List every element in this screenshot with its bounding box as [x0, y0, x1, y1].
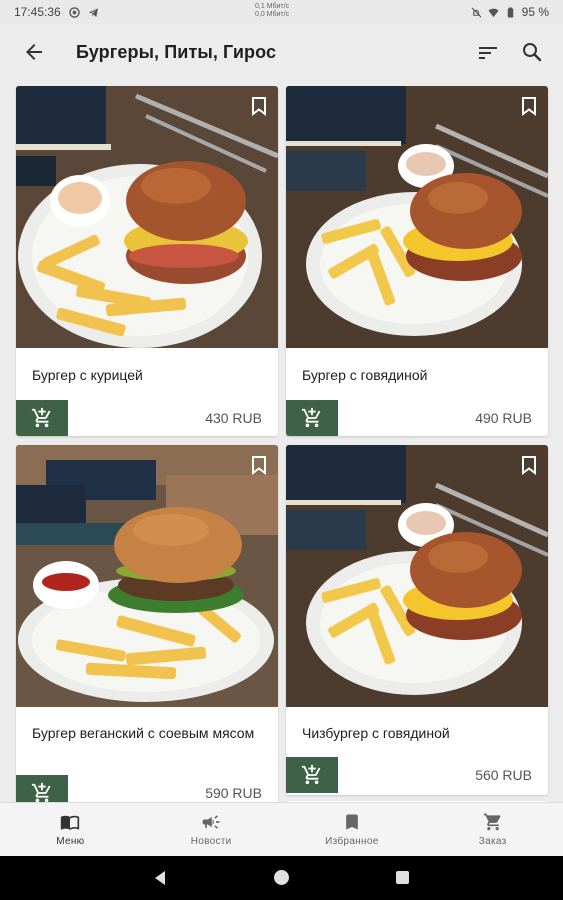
cart-icon [483, 813, 501, 831]
product-price: 560 RUB [475, 767, 532, 783]
bookmark-icon[interactable] [250, 455, 268, 475]
mute-icon [471, 7, 482, 17]
add-to-cart-button[interactable] [286, 757, 338, 793]
nav-item-menu[interactable]: Меню [0, 803, 141, 856]
page-title: Бургеры, Питы, Гирос [76, 42, 277, 62]
nav-label: Новости [190, 836, 232, 847]
product-card[interactable]: Бургер веганский с соевым мясом 590 RUB [16, 445, 278, 802]
nav-label: Избранное [325, 836, 379, 847]
product-grid: Бургер с курицей 430 RUB Бургер с говяди… [0, 86, 563, 802]
wifi-icon [488, 8, 499, 17]
megaphone-icon [202, 815, 220, 829]
nav-item-order[interactable]: Заказ [422, 803, 563, 856]
status-left: 17:45:36 [14, 5, 99, 19]
network-down: 0,0 Мбит/с [255, 11, 290, 18]
product-price: 490 RUB [475, 410, 532, 426]
product-card[interactable]: Бургер с говядиной 490 RUB [286, 86, 548, 436]
nav-label: Меню [56, 836, 85, 847]
product-name: Бургер веганский с соевым мясом [32, 725, 255, 741]
bottom-nav: Меню Новости Избранное Заказ [0, 802, 563, 856]
product-price: 590 RUB [205, 785, 262, 801]
add-cart-icon [301, 764, 321, 785]
battery-icon [507, 6, 513, 18]
search-icon[interactable] [520, 40, 544, 64]
product-name: Бургер с курицей [32, 367, 143, 383]
network-speed: 0,1 Мбит/с 0,0 Мбит/с [255, 3, 289, 19]
nav-item-favorites[interactable]: Избранное [282, 803, 423, 856]
add-to-cart-button[interactable] [16, 775, 68, 802]
record-icon [68, 6, 80, 18]
add-cart-icon [31, 782, 51, 802]
network-up: 0,1 Мбит/с [255, 3, 290, 10]
menu-book-icon [61, 815, 80, 830]
add-cart-icon [31, 407, 51, 428]
battery-level: 95 % [521, 5, 549, 19]
product-photo [16, 445, 278, 707]
bookmark-icon [346, 814, 358, 830]
system-back-icon[interactable] [152, 870, 168, 886]
sort-icon[interactable] [476, 41, 500, 65]
status-right: 95 % [471, 5, 549, 19]
product-photo [16, 86, 278, 348]
system-home-icon[interactable] [274, 870, 289, 885]
product-photo [286, 86, 548, 348]
add-cart-icon [301, 407, 321, 428]
system-recents-icon[interactable] [396, 871, 409, 884]
product-name: Бургер с говядиной [302, 367, 428, 383]
bookmark-icon[interactable] [520, 96, 538, 116]
bookmark-icon[interactable] [520, 455, 538, 475]
status-bar: 17:45:36 0,1 Мбит/с 0,0 Мбит/с 95 % [0, 0, 563, 24]
add-to-cart-button[interactable] [286, 400, 338, 436]
bookmark-icon[interactable] [250, 96, 268, 116]
product-photo [286, 445, 548, 707]
arrow-back-icon[interactable] [22, 40, 46, 64]
telegram-icon [88, 7, 98, 17]
product-name: Чизбургер с говядиной [302, 725, 450, 741]
status-time: 17:45:36 [14, 5, 61, 19]
system-nav-bar [0, 856, 563, 900]
product-card[interactable]: Бургер с курицей 430 RUB [16, 86, 278, 436]
app-bar: Бургеры, Питы, Гирос [0, 24, 563, 80]
nav-item-news[interactable]: Новости [141, 803, 282, 856]
add-to-cart-button[interactable] [16, 400, 68, 436]
product-price: 430 RUB [205, 410, 262, 426]
nav-label: Заказ [478, 836, 507, 847]
product-card[interactable]: Чизбургер с говядиной 560 RUB [286, 445, 548, 795]
